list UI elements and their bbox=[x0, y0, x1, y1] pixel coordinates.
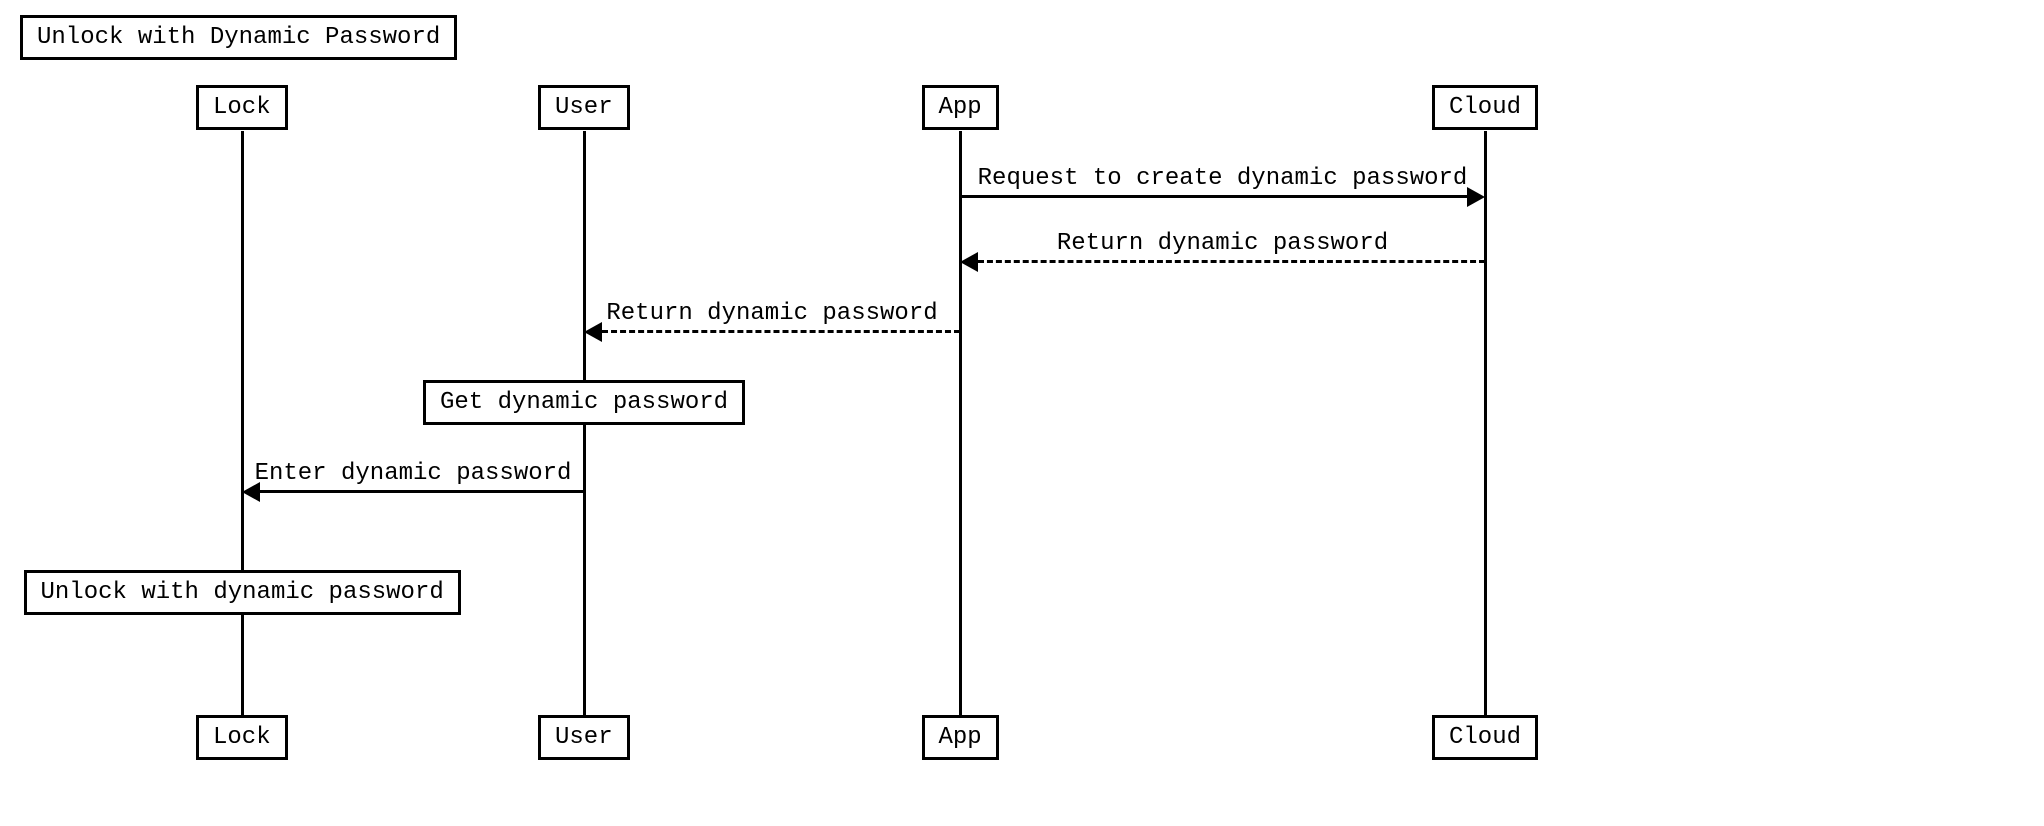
lifeline-cloud bbox=[1484, 131, 1487, 715]
message-arrow-1 bbox=[978, 260, 1485, 263]
message-label-1: Return dynamic password bbox=[1057, 230, 1388, 257]
participant-top-user: User bbox=[538, 85, 630, 130]
participant-bottom-app: App bbox=[922, 715, 999, 760]
message-label-4: Enter dynamic password bbox=[255, 460, 572, 487]
arrow-head-0 bbox=[1467, 187, 1485, 207]
participant-top-cloud: Cloud bbox=[1432, 85, 1538, 130]
lifeline-lock bbox=[241, 131, 244, 715]
participant-top-app: App bbox=[922, 85, 999, 130]
self-message-3: Get dynamic password bbox=[423, 380, 745, 425]
message-arrow-0 bbox=[960, 195, 1467, 198]
message-label-0: Request to create dynamic password bbox=[978, 165, 1468, 192]
lifeline-app bbox=[959, 131, 962, 715]
self-message-5: Unlock with dynamic password bbox=[24, 570, 461, 615]
message-arrow-2 bbox=[602, 330, 960, 333]
message-arrow-4 bbox=[260, 490, 584, 493]
participant-bottom-lock: Lock bbox=[196, 715, 288, 760]
participant-top-lock: Lock bbox=[196, 85, 288, 130]
arrow-head-1 bbox=[960, 252, 978, 272]
participant-bottom-cloud: Cloud bbox=[1432, 715, 1538, 760]
participant-bottom-user: User bbox=[538, 715, 630, 760]
arrow-head-2 bbox=[584, 322, 602, 342]
diagram-title: Unlock with Dynamic Password bbox=[20, 15, 457, 60]
message-label-2: Return dynamic password bbox=[606, 300, 937, 327]
